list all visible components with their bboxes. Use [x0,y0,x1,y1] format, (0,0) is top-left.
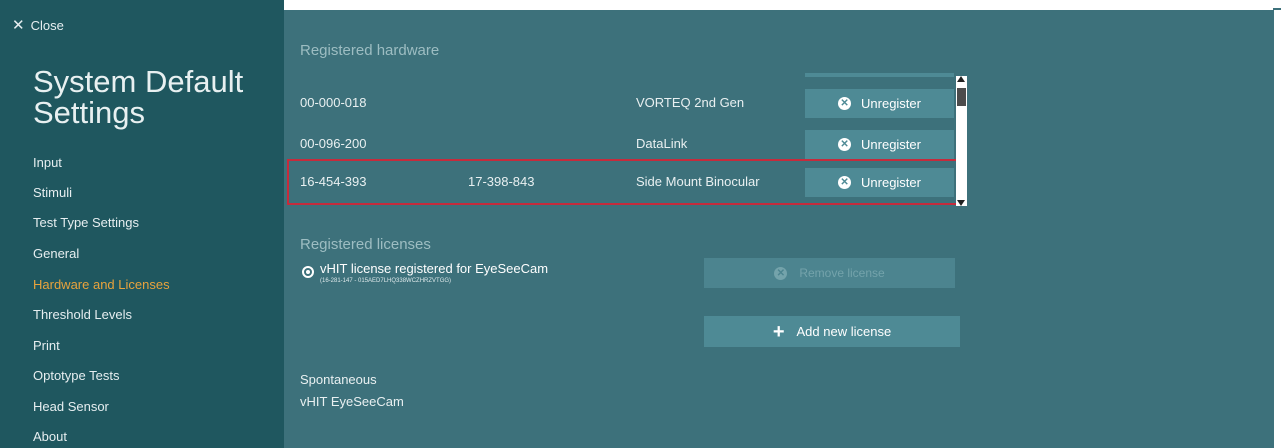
nav-item-about[interactable]: About [33,429,67,444]
close-button[interactable]: ✕ Close [12,18,64,33]
close-icon: ✕ [12,17,25,34]
nav-item-hardware-and-licenses[interactable]: Hardware and Licenses [33,277,170,292]
row-highlight-box [287,159,960,205]
hardware-serial: 00-096-200 [300,136,367,151]
hardware-row: 00-000-018 VORTEQ 2nd Gen ✕ Unregister [284,87,964,119]
remove-license-button[interactable]: ✕ Remove license [704,258,955,288]
hardware-row: 00-096-200 DataLink ✕ Unregister [284,128,964,160]
licenses-section-title: Registered licenses [300,236,431,253]
unregister-button[interactable]: ✕ Unregister [805,89,954,118]
hardware-scrollbar[interactable] [956,76,967,206]
nav-item-print[interactable]: Print [33,338,60,353]
remove-circle-icon: ✕ [838,138,852,151]
add-license-label: Add new license [796,324,892,339]
minimize-icon[interactable] [1273,8,1281,10]
nav-item-general[interactable]: General [33,246,79,261]
sidebar: ✕ Close System Default Settings Input St… [0,0,284,448]
unregister-label: Unregister [861,96,921,111]
info-line: Spontaneous [300,372,377,387]
page-title: System Default Settings [33,64,244,130]
license-name: vHIT license registered for EyeSeeCam [320,261,549,276]
add-license-button[interactable]: + Add new license [704,316,960,347]
scroll-down-arrow-icon[interactable] [957,200,965,206]
nav-item-optotype-tests[interactable]: Optotype Tests [33,368,119,383]
license-radio-button[interactable] [302,266,314,278]
nav-item-threshold-levels[interactable]: Threshold Levels [33,307,132,322]
hardware-section-title: Registered hardware [300,42,440,59]
close-label: Close [30,18,64,33]
remove-circle-icon: ✕ [838,97,852,110]
unregister-button[interactable]: ✕ Unregister [805,130,954,159]
info-line: vHIT EyeSeeCam [300,394,404,409]
nav-item-stimuli[interactable]: Stimuli [33,185,72,200]
license-code: (16-281-147 - 015AED7LHQ338WCZHRZVTGG) [320,278,452,284]
hardware-device: VORTEQ 2nd Gen [636,95,745,110]
scroll-thumb[interactable] [957,88,966,106]
list-top-strip [805,73,954,77]
hardware-serial: 00-000-018 [300,95,367,110]
remove-circle-icon: ✕ [774,266,788,280]
nav-item-input[interactable]: Input [33,155,62,170]
scroll-up-arrow-icon[interactable] [957,76,965,82]
hardware-device: DataLink [636,136,688,151]
main-panel: Registered hardware 00-000-018 VORTEQ 2n… [284,10,1274,448]
nav-item-head-sensor[interactable]: Head Sensor [33,399,109,414]
unregister-label: Unregister [861,137,921,152]
remove-license-label: Remove license [799,266,885,280]
nav-item-test-type-settings[interactable]: Test Type Settings [33,215,139,230]
plus-icon: + [772,320,785,343]
